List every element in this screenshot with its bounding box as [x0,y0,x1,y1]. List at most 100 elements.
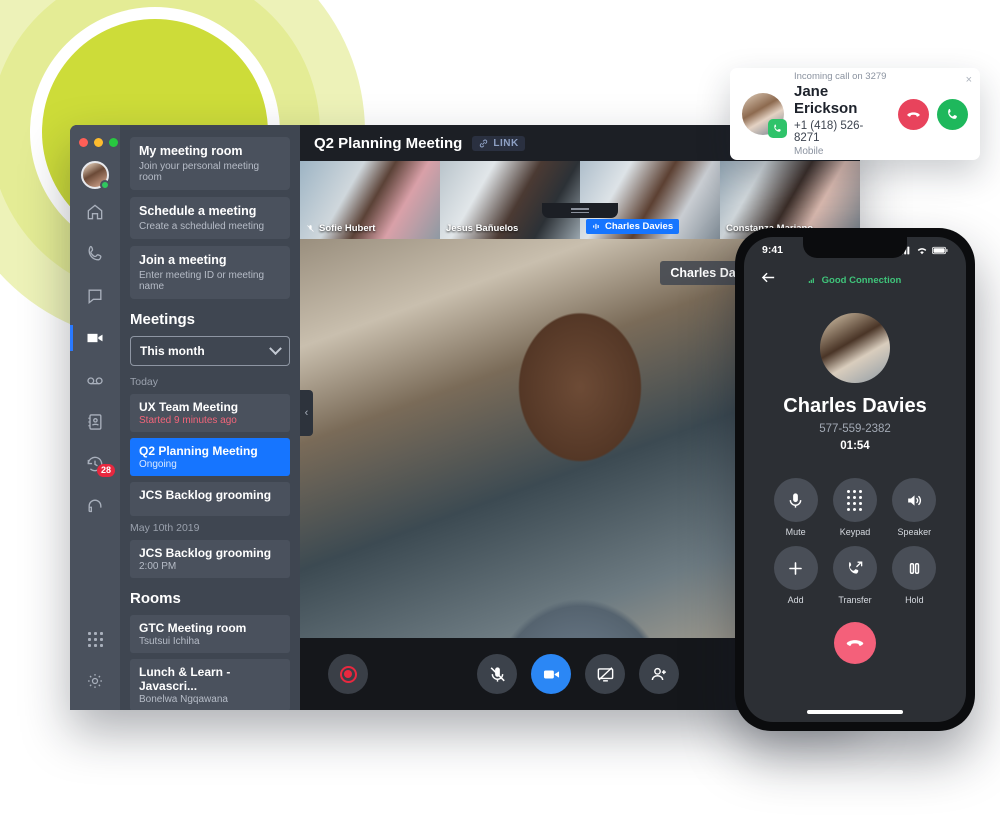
action-my-meeting-room[interactable]: My meeting room Join your personal meeti… [130,137,290,190]
sidebar-item-support[interactable] [70,487,120,525]
speaker-button[interactable]: Speaker [885,478,944,537]
group-label-today: Today [130,376,159,388]
contacts-icon [88,414,102,430]
room-list-item[interactable]: GTC Meeting room Tsutsui Ichiha [130,615,290,653]
room-list-item[interactable]: Lunch & Learn - Javascri... Bonelwa Ngqa… [130,659,290,710]
meetings-panel: My meeting room Join your personal meeti… [120,125,300,710]
transfer-button[interactable]: Transfer [825,546,884,605]
strip-drag-handle[interactable] [542,203,618,218]
meeting-list-item[interactable]: JCS Backlog grooming [130,482,290,516]
decline-call-button[interactable] [898,98,929,130]
sidebar-item-home[interactable] [70,193,120,231]
end-call-icon [846,640,864,646]
maximize-window-button[interactable] [109,138,118,147]
video-icon [87,333,103,343]
close-icon[interactable]: × [966,74,972,86]
mute-button[interactable]: Mute [766,478,825,537]
voicemail-icon [87,377,103,385]
sidebar-item-contacts[interactable] [70,403,120,441]
hold-button[interactable]: Hold [885,546,944,605]
connection-label: Good Connection [821,274,902,286]
connection-status: Good Connection [808,274,902,286]
sidebar-item-voicemail[interactable] [70,361,120,399]
add-participant-button[interactable] [639,654,679,694]
action-subtitle: Create a scheduled meeting [139,221,265,232]
plus-icon [789,561,802,575]
keypad-button-circle [832,478,877,522]
sidebar-item-settings[interactable] [70,662,120,700]
meeting-link-badge[interactable]: LINK [472,135,525,151]
rooms-heading: Rooms [130,590,181,607]
control-label: Mute [785,527,806,537]
meeting-list-item[interactable]: JCS Backlog grooming 2:00 PM [130,540,290,578]
chevron-down-icon [269,341,282,355]
keypad-button[interactable]: Keypad [825,478,884,537]
close-window-button[interactable] [79,138,88,147]
minimize-window-button[interactable] [94,138,103,147]
meeting-list-item[interactable]: UX Team Meeting Started 9 minutes ago [130,394,290,432]
video-button[interactable] [531,654,571,694]
action-title: Schedule a meeting [139,204,257,218]
record-button[interactable] [328,654,368,694]
back-button[interactable] [760,269,777,291]
accept-call-button[interactable] [937,98,968,130]
link-icon [480,139,488,147]
decline-call-icon [907,111,920,117]
participant-tile[interactable]: Jesus Bañuelos [440,161,580,239]
control-label: Speaker [897,527,932,537]
participant-nametag: Jesus Bañuelos [446,223,518,234]
accept-call-icon [948,108,957,119]
sidebar-item-history[interactable]: 28 [70,445,120,483]
window-traffic-lights[interactable] [79,138,118,147]
sidebar-item-meetings[interactable] [70,319,120,357]
hangup-button[interactable] [834,622,876,664]
participant-tile[interactable]: Charles Davies [580,161,720,239]
call-duration: 01:54 [840,440,870,452]
sidebar-item-chat[interactable] [70,277,120,315]
sidebar-item-calls[interactable] [70,235,120,273]
user-avatar[interactable] [81,161,110,190]
room-title: Lunch & Learn - Javascri... [139,665,231,693]
meeting-title: Q2 Planning Meeting [139,444,258,458]
home-icon [87,204,103,220]
action-schedule-meeting[interactable]: Schedule a meeting Create a scheduled me… [130,197,290,239]
room-subtitle: Bonelwa Ngqawana [139,694,228,705]
wifi-icon [917,247,927,254]
caller-line-type: Mobile [794,146,824,157]
nav-rail: 28 [70,125,120,710]
mic-muted-button[interactable] [477,654,517,694]
participant-tile[interactable]: Sofie Hubert [300,161,440,239]
call-source-badge [768,119,787,138]
meeting-list-item-selected[interactable]: Q2 Planning Meeting Ongoing [130,438,290,476]
keypad-icon [847,489,863,511]
history-badge-count: 28 [96,464,115,477]
screen-share-button[interactable] [585,654,625,694]
record-icon [339,665,357,683]
participant-name: Jesus Bañuelos [446,223,519,234]
add-call-button[interactable]: Add [766,546,825,605]
caller-number: +1 (418) 526-8271 [794,120,864,144]
incoming-call-card: × Incoming call on 3279 Jane Erickson +1… [730,68,980,160]
chat-icon [88,289,102,305]
page-root: 28 My meeting room Join your personal me… [0,0,1000,821]
arrow-left-icon [761,272,775,283]
home-indicator [807,710,903,714]
participant-nametag: Sofie Hubert [306,223,375,234]
phone-icon [88,245,102,261]
settings-gear-icon [88,674,102,688]
page-title: Q2 Planning Meeting [314,134,463,152]
sidebar-item-apps[interactable] [70,620,120,658]
toolbar-main-controls [477,654,679,694]
action-join-meeting[interactable]: Join a meeting Enter meeting ID or meeti… [130,246,290,299]
call-contact-name: Charles Davies [783,395,927,417]
collapse-panel-handle[interactable]: ‹ [300,390,313,436]
meeting-subtitle: Ongoing [139,459,177,470]
mic-muted-icon [490,666,505,682]
control-label: Transfer [838,595,872,605]
meetings-filter-select[interactable]: This month [130,336,290,366]
phone-nav: Good Connection [744,263,966,291]
battery-icon [932,246,948,254]
link-label: LINK [493,137,519,149]
chevron-left-icon: ‹ [304,407,309,419]
meeting-subtitle: Started 9 minutes ago [139,415,237,426]
